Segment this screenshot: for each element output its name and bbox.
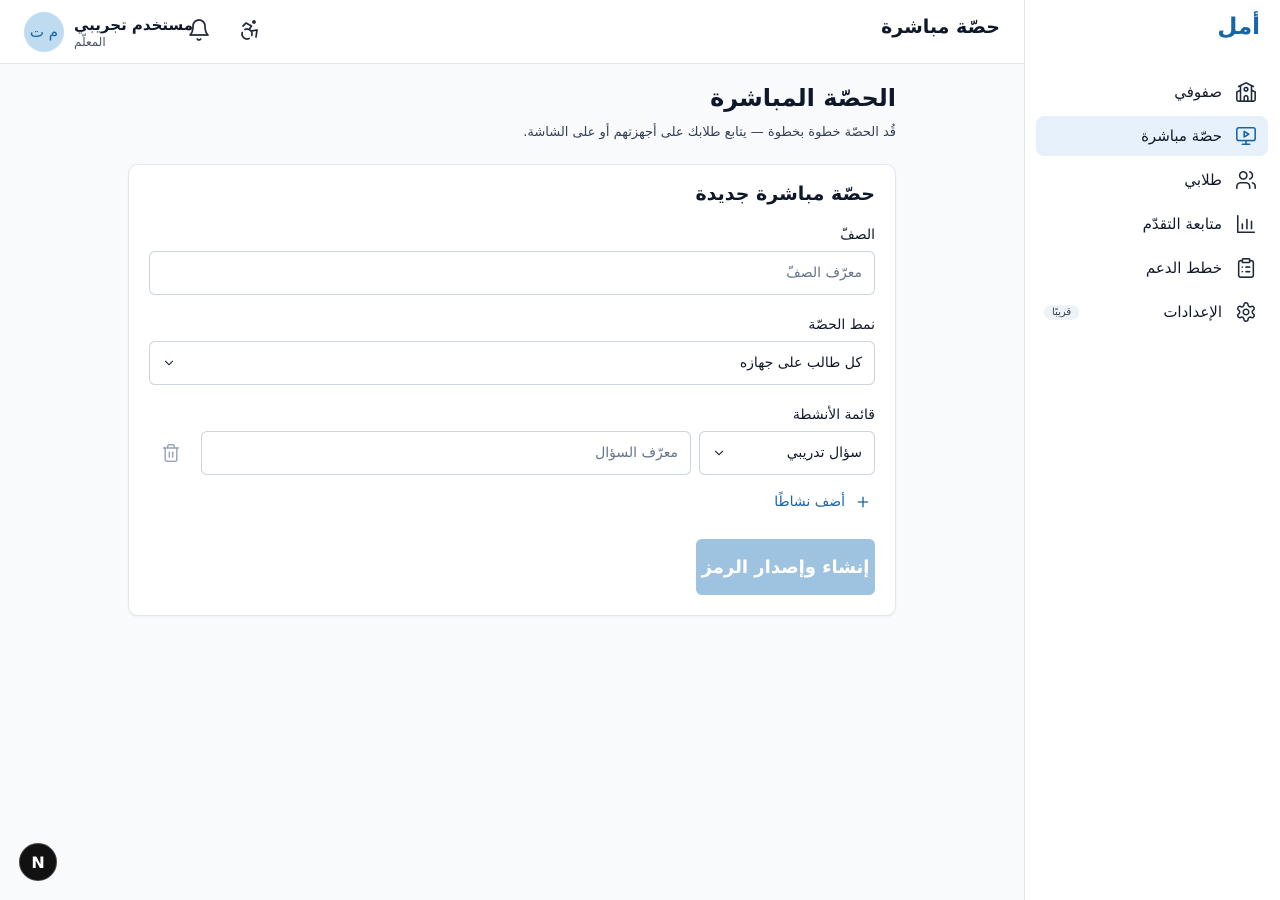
bar-chart-icon <box>1234 212 1258 236</box>
avatar[interactable]: م ت <box>24 12 64 52</box>
session-mode-select[interactable]: كل طالب على جهازه <box>149 341 875 385</box>
activities-list-label: قائمة الأنشطة <box>792 407 875 423</box>
clipboard-list-icon <box>1234 256 1258 280</box>
sidebar-item-support-plans[interactable]: خطط الدعم <box>1036 248 1268 288</box>
activity-type-value: سؤال تدريبي <box>786 445 862 461</box>
brand-logo[interactable]: أمل <box>1217 14 1260 40</box>
sidebar-item-label: صفوفي <box>1174 83 1222 101</box>
sidebar-item-progress[interactable]: متابعة التقدّم <box>1036 204 1268 244</box>
session-mode-label: نمط الحصّة <box>808 317 875 333</box>
activity-type-select[interactable]: سؤال تدريبي <box>699 431 875 475</box>
add-activity-label: أضف نشاطًا <box>774 494 845 510</box>
sidebar-item-label: طلابي <box>1184 171 1222 189</box>
user-name: مستخدم تجريبي <box>74 16 194 34</box>
user-role: المعلّم <box>74 35 106 49</box>
sidebar-item-my-classes[interactable]: صفوفي <box>1036 72 1268 112</box>
question-id-input[interactable] <box>201 431 691 475</box>
page-title: الحصّة المباشرة <box>710 84 896 112</box>
class-label: الصفّ <box>840 227 875 243</box>
plus-icon <box>851 490 875 514</box>
sidebar-nav: صفوفي حصّة مباشرة طلابي متابعة التقدّم خ… <box>1036 72 1268 336</box>
bell-icon <box>187 18 211 46</box>
accessibility-icon <box>238 18 262 46</box>
sidebar-item-settings[interactable]: الإعدادات قريبًا <box>1036 292 1268 332</box>
sidebar-item-live-session[interactable]: حصّة مباشرة <box>1036 116 1268 156</box>
user-info: مستخدم تجريبي المعلّم <box>74 15 193 49</box>
accessibility-button[interactable] <box>234 16 266 48</box>
remove-activity-button[interactable] <box>159 443 183 467</box>
sidebar-item-my-students[interactable]: طلابي <box>1036 160 1268 200</box>
session-mode-value: كل طالب على جهازه <box>739 355 862 371</box>
create-and-issue-code-button[interactable]: إنشاء وإصدار الرمز <box>696 539 875 595</box>
presentation-icon <box>1234 124 1258 148</box>
page-subtitle: قُد الحصّة خطوة بخطوة — يتابع طلابك على … <box>523 125 896 140</box>
chevron-down-icon <box>162 356 176 370</box>
notifications-button[interactable] <box>183 16 215 48</box>
add-activity-button[interactable]: أضف نشاطًا <box>774 490 875 514</box>
class-id-input[interactable] <box>149 251 875 295</box>
coming-soon-badge: قريبًا <box>1044 304 1080 320</box>
sidebar-item-label: خطط الدعم <box>1145 259 1222 277</box>
card-title: حصّة مباشرة جديدة <box>695 183 875 205</box>
new-session-card: حصّة مباشرة جديدة الصفّ نمط الحصّة كل طا… <box>128 164 896 616</box>
gear-icon <box>1234 300 1258 324</box>
trash-icon <box>161 443 181 467</box>
sidebar: أمل صفوفي حصّة مباشرة طلابي متابعة التقد… <box>1024 0 1280 900</box>
sidebar-item-label: حصّة مباشرة <box>1141 127 1222 145</box>
sidebar-item-label: متابعة التقدّم <box>1142 215 1222 233</box>
page-header-title: حصّة مباشرة <box>881 16 1000 38</box>
user-menu[interactable]: م ت مستخدم تجريبي المعلّم <box>24 12 193 52</box>
top-bar: حصّة مباشرة م ت مستخدم تجريبي المعلّم <box>0 0 1024 64</box>
dev-tools-button[interactable]: N <box>19 843 57 881</box>
sidebar-item-label: الإعدادات <box>1163 303 1222 321</box>
users-icon <box>1234 168 1258 192</box>
school-icon <box>1234 80 1258 104</box>
chevron-down-icon <box>712 446 726 460</box>
